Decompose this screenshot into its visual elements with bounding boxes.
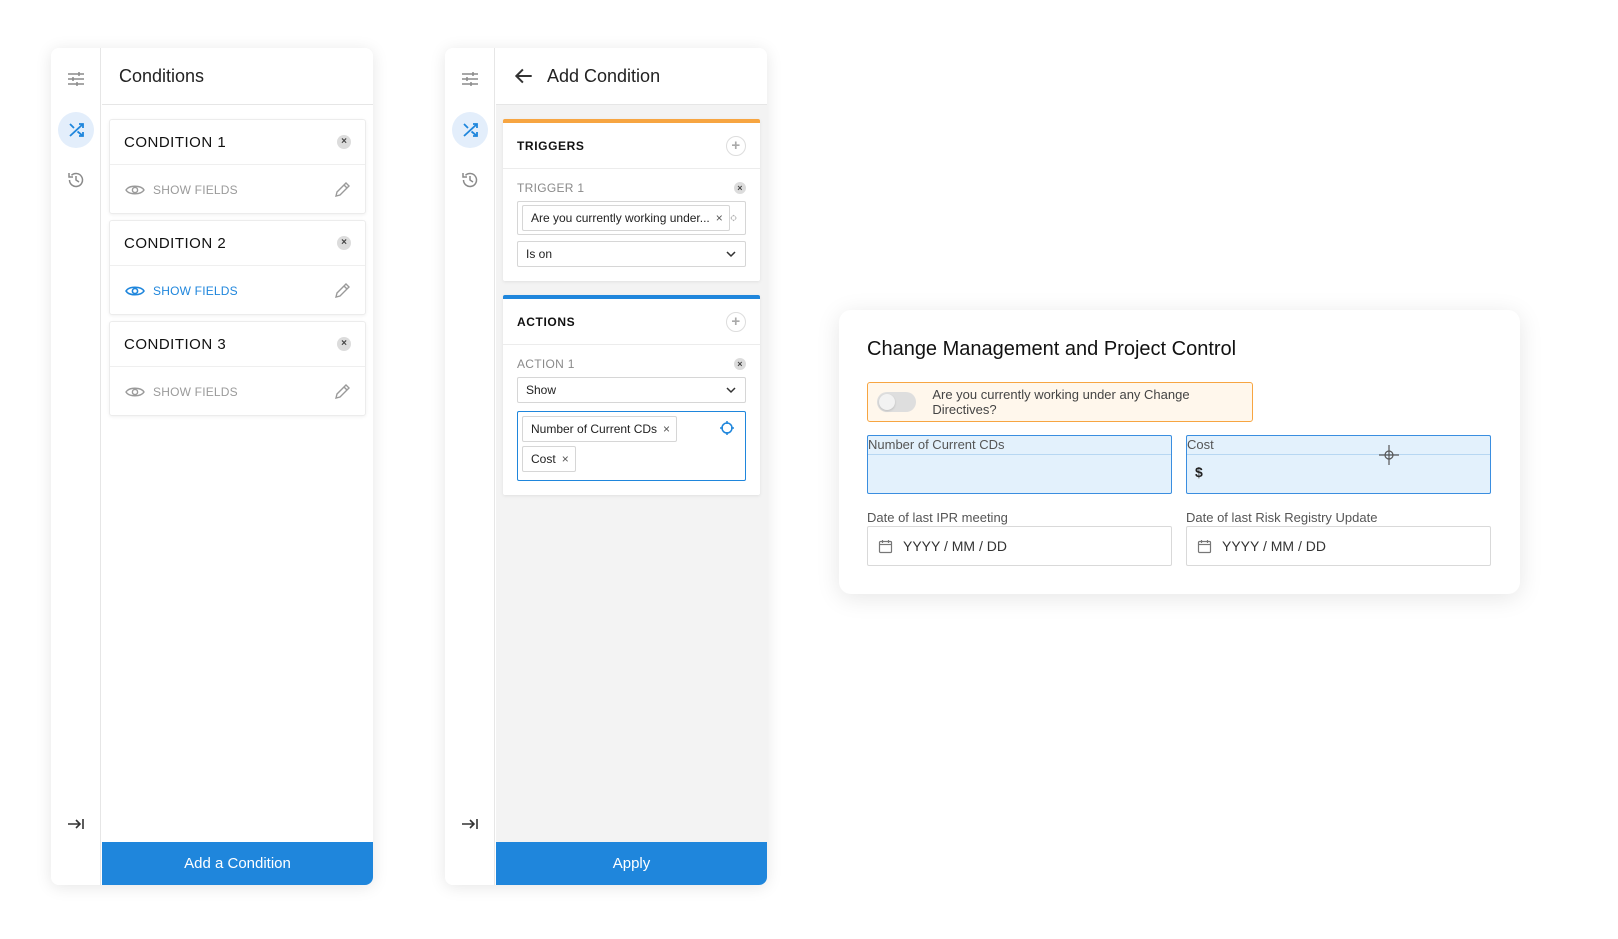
show-fields-label: SHOW FIELDS: [153, 384, 238, 399]
crosshair-target-icon[interactable]: [730, 210, 737, 226]
apply-button[interactable]: Apply: [496, 842, 767, 885]
remove-condition-icon[interactable]: ×: [337, 135, 351, 149]
actions-section: ACTIONS + ACTION 1 × Show Number of Curr…: [503, 295, 760, 495]
show-fields-label: SHOW FIELDS: [153, 283, 238, 298]
currency-prefix: $: [1195, 464, 1203, 480]
condition-card-2: CONDITION 2 × SHOW FIELDS: [109, 220, 366, 315]
field-chip[interactable]: Number of Current CDs ×: [522, 416, 678, 442]
form-preview-card: Change Management and Project Control Ar…: [839, 310, 1520, 594]
edit-pencil-icon[interactable]: [333, 282, 351, 300]
ipr-date-input[interactable]: YYYY / MM / DD: [867, 526, 1172, 566]
chip-label: Number of Current CDs: [531, 422, 658, 436]
remove-action-icon[interactable]: ×: [734, 358, 746, 370]
history-icon[interactable]: [58, 162, 94, 198]
add-condition-button[interactable]: Add a Condition: [102, 842, 373, 885]
add-action-button[interactable]: +: [726, 311, 746, 332]
risk-date-input[interactable]: YYYY / MM / DD: [1186, 526, 1491, 566]
chip-remove-icon[interactable]: ×: [663, 422, 670, 436]
eye-icon: [125, 185, 145, 194]
change-directives-toggle-field: Are you currently working under any Chan…: [867, 382, 1253, 422]
shuffle-icon[interactable]: [452, 112, 488, 148]
condition-title: CONDITION 2: [124, 234, 227, 252]
side-rail: [51, 48, 101, 885]
panel-title-text: Conditions: [119, 65, 205, 86]
chip-label: Cost: [531, 452, 556, 466]
collapse-icon[interactable]: [452, 806, 488, 842]
show-fields-toggle[interactable]: SHOW FIELDS: [125, 284, 238, 298]
trigger-field-picker[interactable]: Are you currently working under... ×: [517, 201, 746, 235]
date-placeholder: YYYY / MM / DD: [1222, 538, 1326, 554]
sliders-icon[interactable]: [452, 61, 488, 97]
crosshair-target-icon[interactable]: [719, 420, 735, 436]
chevron-down-icon: [726, 387, 736, 394]
show-fields-toggle[interactable]: SHOW FIELDS: [125, 183, 238, 197]
cost-field[interactable]: Cost $: [1186, 435, 1491, 494]
panel-title: Add Condition: [496, 48, 767, 105]
history-icon[interactable]: [452, 162, 488, 198]
collapse-icon[interactable]: [58, 806, 94, 842]
remove-condition-icon[interactable]: ×: [337, 337, 351, 351]
field-chip[interactable]: Are you currently working under... ×: [522, 205, 730, 231]
show-fields-label: SHOW FIELDS: [153, 182, 238, 197]
sliders-icon[interactable]: [58, 61, 94, 97]
select-value: Show: [526, 383, 557, 397]
calendar-icon: [1197, 539, 1212, 553]
show-fields-toggle[interactable]: SHOW FIELDS: [125, 385, 238, 399]
toggle-switch[interactable]: [877, 392, 917, 412]
add-trigger-button[interactable]: +: [726, 135, 746, 156]
calendar-icon: [878, 539, 893, 553]
add-condition-panel: Add Condition TRIGGERS + TRIGGER 1 × Are…: [445, 48, 767, 885]
condition-title: CONDITION 1: [124, 133, 227, 151]
remove-condition-icon[interactable]: ×: [337, 236, 351, 250]
condition-card-1: CONDITION 1 × SHOW FIELDS: [109, 119, 366, 214]
conditions-panel: Conditions CONDITION 1 × SHOW FIELDS CON…: [51, 48, 373, 885]
action-fields-picker[interactable]: Number of Current CDs × Cost ×: [517, 411, 746, 481]
field-label: Cost: [1187, 436, 1490, 455]
chip-label: Are you currently working under...: [531, 211, 710, 225]
panel-title: Conditions: [102, 48, 373, 105]
actions-heading: ACTIONS: [517, 314, 576, 329]
risk-date-label: Date of last Risk Registry Update: [1186, 510, 1378, 525]
remove-trigger-icon[interactable]: ×: [734, 182, 746, 194]
condition-title: CONDITION 3: [124, 335, 227, 353]
field-chip[interactable]: Cost ×: [522, 446, 576, 472]
panel-title-text: Add Condition: [547, 65, 661, 86]
edit-pencil-icon[interactable]: [333, 181, 351, 199]
action-label: ACTION 1: [517, 357, 575, 371]
condition-editor: TRIGGERS + TRIGGER 1 × Are you currently…: [496, 105, 767, 842]
eye-icon: [125, 387, 145, 396]
form-title: Change Management and Project Control: [867, 338, 1237, 360]
toggle-question: Are you currently working under any Chan…: [932, 387, 1190, 417]
triggers-section: TRIGGERS + TRIGGER 1 × Are you currently…: [503, 119, 760, 281]
shuffle-icon[interactable]: [58, 112, 94, 148]
field-label: Number of Current CDs: [868, 436, 1171, 455]
action-type-select[interactable]: Show: [517, 377, 746, 403]
current-cds-field[interactable]: Number of Current CDs: [867, 435, 1172, 494]
edit-pencil-icon[interactable]: [333, 383, 351, 401]
select-value: Is on: [526, 247, 553, 261]
date-placeholder: YYYY / MM / DD: [903, 538, 1007, 554]
crosshair-cursor-icon: [1379, 445, 1399, 465]
chip-remove-icon[interactable]: ×: [716, 211, 723, 225]
back-arrow-icon[interactable]: [513, 65, 535, 87]
eye-icon: [125, 285, 145, 296]
triggers-heading: TRIGGERS: [517, 138, 585, 153]
trigger-label: TRIGGER 1: [517, 181, 585, 195]
side-rail: [445, 48, 495, 885]
chevron-down-icon: [726, 251, 736, 258]
trigger-operator-select[interactable]: Is on: [517, 241, 746, 267]
ipr-date-label: Date of last IPR meeting: [867, 510, 1008, 525]
conditions-list: CONDITION 1 × SHOW FIELDS CONDITION 2 ×: [102, 105, 373, 842]
condition-card-3: CONDITION 3 × SHOW FIELDS: [109, 321, 366, 416]
chip-remove-icon[interactable]: ×: [562, 452, 569, 466]
